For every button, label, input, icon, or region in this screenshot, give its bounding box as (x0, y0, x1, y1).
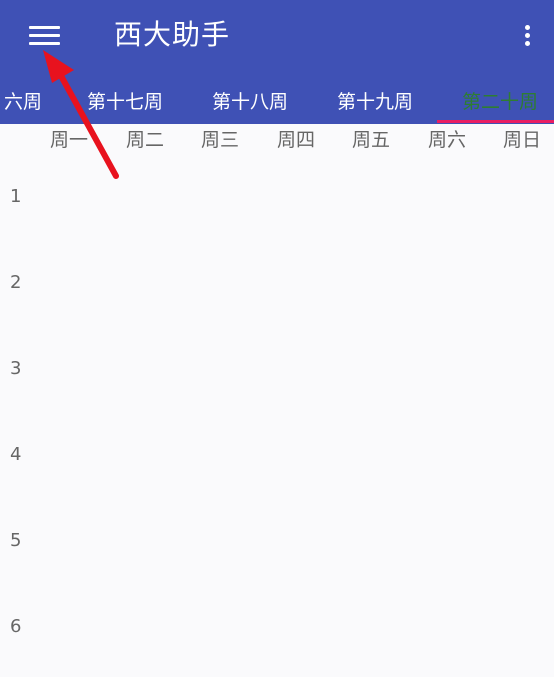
app-bar: 西大助手 六周 第十七周 第十八周 第十九周 第二十周 (0, 0, 554, 124)
period-label: 6 (10, 616, 22, 637)
day-header-mon: 周一 (49, 129, 88, 151)
period-label: 3 (10, 358, 22, 379)
menu-icon-line (29, 26, 60, 29)
day-header-fri: 周五 (351, 129, 390, 151)
period-label: 4 (10, 444, 22, 465)
tab-week-20[interactable]: 第二十周 (453, 82, 547, 124)
active-tab-indicator (437, 120, 554, 123)
period-column: 1 2 3 4 5 6 (0, 158, 40, 677)
week-tabs: 六周 第十七周 第十八周 第十九周 第二十周 (0, 82, 554, 124)
overflow-dot (525, 25, 530, 30)
tab-week-18[interactable]: 第十八周 (203, 82, 297, 124)
day-header-sat: 周六 (427, 129, 466, 151)
menu-icon-line (29, 42, 60, 45)
tab-week-17[interactable]: 第十七周 (78, 82, 172, 124)
day-header-sun: 周日 (502, 129, 541, 151)
day-header-wed: 周三 (200, 129, 239, 151)
overflow-dot (525, 41, 530, 46)
period-label: 2 (10, 272, 22, 293)
weekday-header: 周一 周二 周三 周四 周五 周六 周日 (0, 124, 554, 158)
period-label: 5 (10, 530, 22, 551)
day-header-tue: 周二 (125, 129, 164, 151)
more-vertical-icon[interactable] (512, 18, 542, 52)
day-header-thu: 周四 (276, 129, 315, 151)
overflow-dot (525, 33, 530, 38)
menu-icon-line (29, 34, 60, 37)
app-title: 西大助手 (114, 18, 231, 51)
tab-week-16[interactable]: 六周 (0, 82, 48, 124)
tab-week-19[interactable]: 第十九周 (328, 82, 422, 124)
menu-icon[interactable] (26, 18, 66, 52)
period-label: 1 (10, 186, 22, 207)
